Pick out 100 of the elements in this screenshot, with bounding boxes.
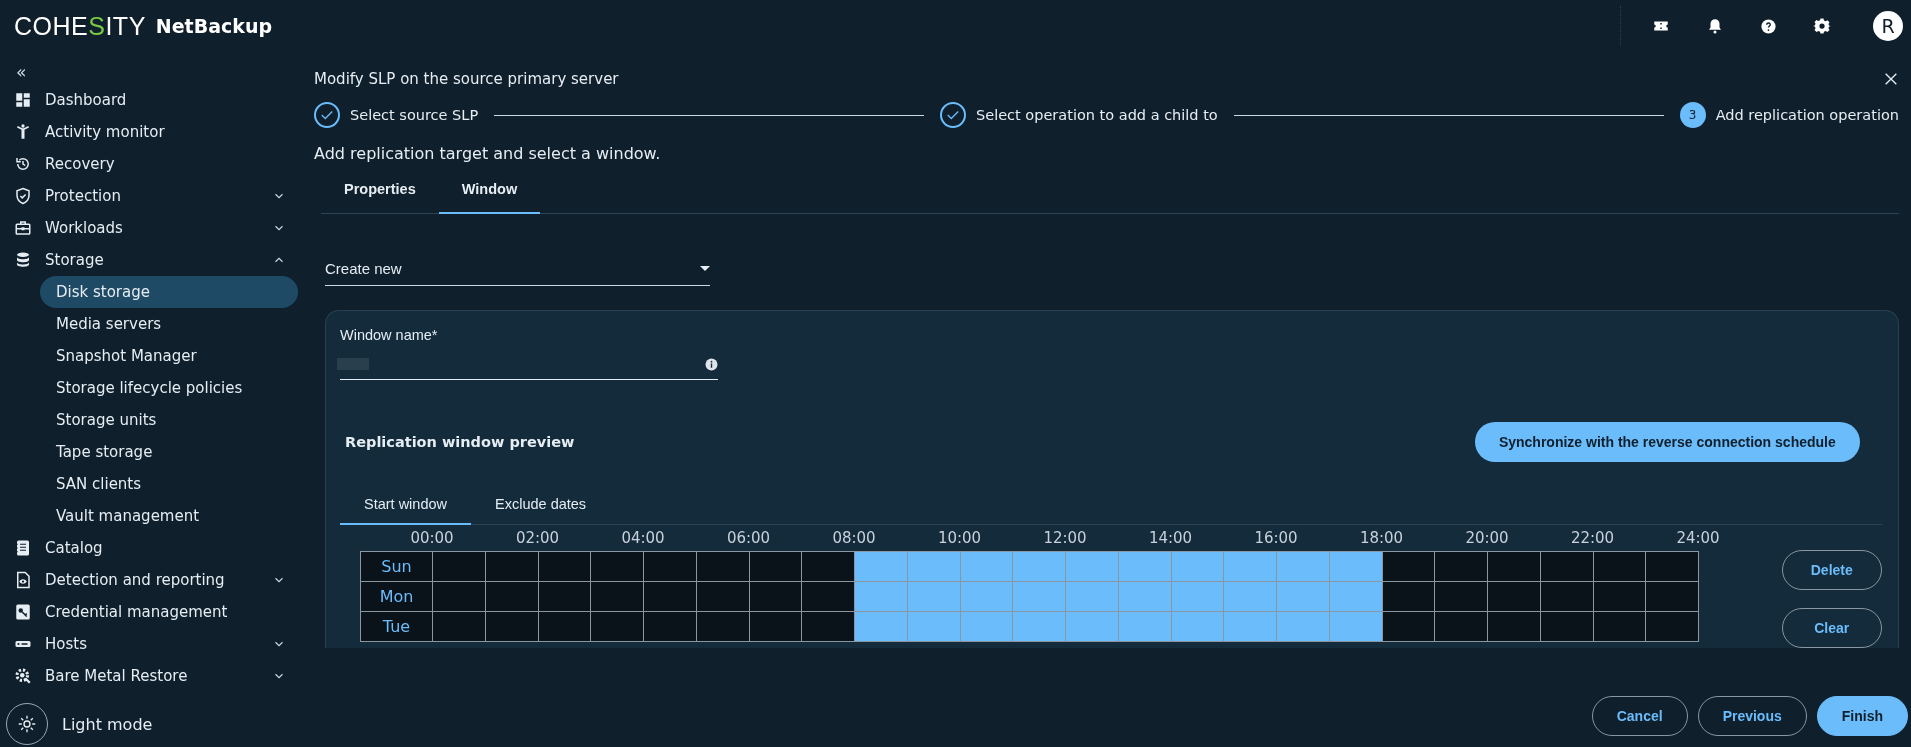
sidebar-item[interactable]: Workloads bbox=[0, 212, 300, 244]
time-slot[interactable] bbox=[1488, 582, 1541, 612]
time-slot[interactable] bbox=[644, 612, 697, 642]
time-slot[interactable] bbox=[749, 582, 803, 612]
time-slot[interactable] bbox=[1540, 612, 1594, 642]
time-slot[interactable] bbox=[433, 612, 486, 642]
tab[interactable]: Start window bbox=[340, 484, 471, 525]
brand-logo: COHESITY bbox=[14, 11, 146, 41]
time-slot[interactable] bbox=[485, 552, 539, 582]
window-dropdown[interactable]: Create new bbox=[325, 254, 710, 286]
time-slot[interactable] bbox=[1593, 612, 1647, 642]
sidebar-item[interactable]: Detection and reporting bbox=[0, 564, 300, 596]
settings-icon bbox=[1813, 17, 1831, 35]
time-slot[interactable] bbox=[1646, 612, 1699, 642]
sidebar-item[interactable]: Catalog bbox=[0, 532, 300, 564]
sidebar-item[interactable]: Bare Metal Restore bbox=[0, 660, 300, 692]
time-slot[interactable] bbox=[1593, 582, 1647, 612]
time-slot[interactable] bbox=[433, 552, 486, 582]
caret-icon bbox=[700, 266, 710, 271]
key-card-icon bbox=[14, 603, 32, 621]
notifications-button[interactable] bbox=[1706, 17, 1724, 35]
dialog-title: Modify SLP on the source primary server bbox=[314, 70, 619, 88]
collapse-button[interactable]: « bbox=[0, 60, 40, 84]
time-slot[interactable] bbox=[644, 582, 697, 612]
time-slot[interactable] bbox=[1435, 582, 1488, 612]
sidebar-item[interactable]: Dashboard bbox=[0, 84, 300, 116]
tab[interactable]: Exclude dates bbox=[471, 484, 611, 525]
sidebar-item[interactable]: Protection bbox=[0, 180, 300, 212]
time-slot[interactable] bbox=[538, 552, 592, 582]
sidebar-subitem[interactable]: Media servers bbox=[40, 308, 298, 340]
time-slot[interactable] bbox=[1540, 582, 1594, 612]
tab[interactable]: Window bbox=[438, 167, 541, 214]
time-slot[interactable] bbox=[1382, 582, 1436, 612]
sidebar-item[interactable]: Activity monitor bbox=[0, 116, 300, 148]
time-slot[interactable] bbox=[591, 612, 644, 642]
settings-button[interactable] bbox=[1813, 17, 1831, 35]
shield-icon bbox=[14, 187, 32, 205]
time-slot[interactable] bbox=[591, 552, 644, 582]
time-slot[interactable] bbox=[802, 582, 855, 612]
time-slot[interactable] bbox=[1593, 552, 1647, 582]
step-label: Select operation to add a child to bbox=[976, 107, 1218, 123]
day-label: Tue bbox=[361, 612, 433, 642]
time-slot[interactable] bbox=[538, 582, 592, 612]
time-slot[interactable] bbox=[749, 552, 803, 582]
time-slot[interactable] bbox=[1488, 552, 1541, 582]
time-slot[interactable] bbox=[749, 612, 803, 642]
hour-label: 20:00 bbox=[1464, 529, 1510, 547]
hour-label: 22:00 bbox=[1569, 529, 1616, 547]
time-slot[interactable] bbox=[802, 552, 855, 582]
time-slot[interactable] bbox=[802, 612, 855, 642]
light-mode-toggle[interactable]: Light mode bbox=[0, 701, 300, 747]
sidebar-subitem[interactable]: Disk storage bbox=[40, 276, 298, 308]
sidebar-subitem[interactable]: Vault management bbox=[40, 500, 298, 532]
sidebar-subitem[interactable]: Tape storage bbox=[40, 436, 298, 468]
time-slot[interactable] bbox=[696, 612, 750, 642]
history-icon bbox=[14, 155, 32, 173]
time-slot[interactable] bbox=[485, 582, 539, 612]
time-slot[interactable] bbox=[433, 582, 486, 612]
time-slot[interactable] bbox=[1382, 612, 1436, 642]
sidebar-subitem[interactable]: SAN clients bbox=[40, 468, 298, 500]
time-slot[interactable] bbox=[644, 552, 697, 582]
help-icon bbox=[1760, 17, 1777, 35]
time-slot[interactable] bbox=[1540, 552, 1594, 582]
user-avatar[interactable]: R bbox=[1873, 11, 1903, 41]
sidebar-item[interactable]: Recovery bbox=[0, 148, 300, 180]
time-slot[interactable] bbox=[1435, 612, 1488, 642]
step-label: Add replication operation bbox=[1715, 107, 1899, 123]
step-label: Select source SLP bbox=[350, 107, 479, 123]
hour-label: 14:00 bbox=[1147, 529, 1194, 547]
time-slot[interactable] bbox=[538, 612, 592, 642]
sidebar-item[interactable]: Credential management bbox=[0, 596, 300, 628]
sidebar-subitem[interactable]: Storage units bbox=[40, 404, 298, 436]
time-slot[interactable] bbox=[1646, 582, 1699, 612]
sidebar-item[interactable]: Hosts bbox=[0, 628, 300, 660]
time-slot[interactable] bbox=[591, 582, 644, 612]
sidebar-subitem[interactable]: Storage lifecycle policies bbox=[40, 372, 298, 404]
footer-button[interactable]: Finish bbox=[1816, 695, 1908, 736]
help-button[interactable] bbox=[1760, 17, 1777, 35]
product-name: NetBackup bbox=[155, 15, 273, 37]
notebook-icon bbox=[14, 539, 32, 557]
hour-label: 08:00 bbox=[831, 529, 877, 547]
hour-label: 06:00 bbox=[725, 529, 772, 547]
schedule-grid[interactable]: Sun Mon Tue bbox=[360, 551, 1699, 642]
tab[interactable]: Properties bbox=[321, 167, 439, 214]
bell-icon bbox=[1706, 17, 1724, 35]
sidebar-item[interactable]: Storage bbox=[0, 244, 300, 276]
hour-label: 04:00 bbox=[620, 529, 666, 547]
hour-label: 16:00 bbox=[1253, 529, 1299, 547]
time-slot[interactable] bbox=[1435, 552, 1488, 582]
time-slot[interactable] bbox=[696, 582, 750, 612]
time-slot[interactable] bbox=[1646, 552, 1699, 582]
eye-document-icon bbox=[14, 571, 32, 589]
hour-label: 18:00 bbox=[1358, 529, 1405, 547]
close-button[interactable] bbox=[1883, 71, 1899, 87]
sidebar-subitem[interactable]: Snapshot Manager bbox=[40, 340, 298, 372]
time-slot[interactable] bbox=[1382, 552, 1436, 582]
synchronize-button[interactable]: Synchronize with the reverse connection schedule bbox=[1474, 422, 1860, 462]
time-slot[interactable] bbox=[1488, 612, 1541, 642]
time-slot[interactable] bbox=[485, 612, 539, 642]
time-slot[interactable] bbox=[696, 552, 750, 582]
